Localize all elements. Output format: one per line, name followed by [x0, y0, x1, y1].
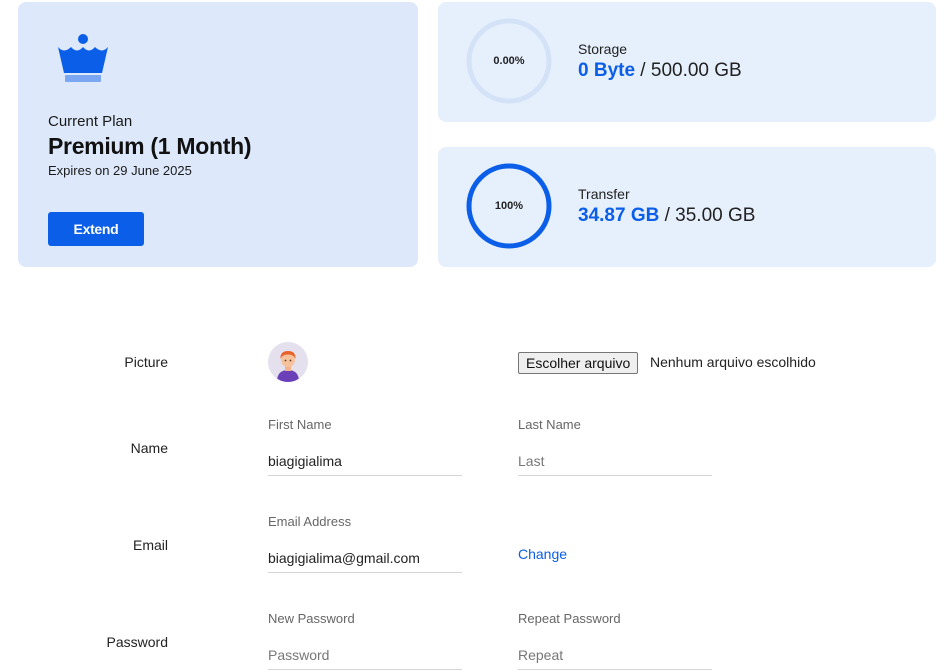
repeat-password-label: Repeat Password [518, 611, 621, 626]
storage-percent: 0.00% [493, 55, 525, 67]
transfer-total: 35.00 GB [675, 205, 756, 226]
email-address-label: Email Address [268, 514, 352, 529]
crown-icon [58, 34, 108, 82]
transfer-progress-ring: 100% [464, 161, 554, 251]
last-name-input[interactable] [518, 447, 712, 476]
file-status: Nenhum arquivo escolhido [650, 354, 816, 370]
new-password-input[interactable] [268, 641, 462, 670]
name-row-label: Name [130, 440, 168, 456]
user-avatar-icon [277, 351, 299, 382]
change-email-link[interactable]: Change [518, 546, 567, 562]
transfer-label: Transfer [578, 186, 630, 202]
transfer-value: 34.87 GB / 35.00 GB [578, 205, 755, 227]
plan-label: Current Plan [48, 113, 133, 130]
storage-value: 0 Byte / 500.00 GB [578, 60, 742, 82]
password-row-label: Password [106, 634, 168, 650]
extend-button[interactable]: Extend [48, 212, 144, 246]
choose-file-button[interactable]: Escolher arquivo [518, 352, 639, 374]
transfer-used: 34.87 GB [578, 205, 660, 226]
last-name-label: Last Name [518, 417, 581, 432]
storage-total: 500.00 GB [650, 60, 742, 81]
transfer-separator: / [659, 205, 676, 226]
avatar[interactable] [268, 342, 308, 382]
plan-expiry: Expires on 29 June 2025 [48, 163, 192, 178]
storage-separator: / [635, 60, 651, 81]
transfer-percent: 100% [494, 200, 524, 212]
storage-used: 0 Byte [578, 60, 636, 81]
picture-row-label: Picture [124, 354, 168, 370]
email-row-label: Email [132, 537, 168, 553]
new-password-label: New Password [268, 611, 355, 626]
first-name-input[interactable] [268, 447, 462, 476]
repeat-password-input[interactable] [518, 641, 712, 670]
first-name-label: First Name [268, 417, 332, 432]
transfer-card: 100% Transfer 34.87 GB / 35.00 GB [438, 147, 936, 267]
plan-card: Current Plan Premium (1 Month) Expires o… [18, 2, 418, 267]
storage-card: 0.00% Storage 0 Byte / 500.00 GB [438, 2, 936, 122]
email-input[interactable] [268, 544, 462, 573]
storage-label: Storage [578, 41, 628, 57]
storage-progress-ring: 0.00% [464, 16, 554, 106]
plan-name: Premium (1 Month) [48, 133, 252, 159]
